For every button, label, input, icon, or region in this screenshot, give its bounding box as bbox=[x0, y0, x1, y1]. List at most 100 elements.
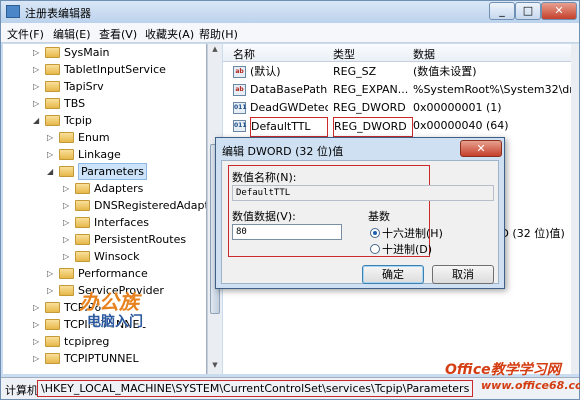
folder-icon bbox=[45, 47, 60, 58]
radio-selected-icon[interactable] bbox=[370, 228, 380, 238]
tree-item-label: Adapters bbox=[94, 182, 144, 195]
tree-item-label: tcpipreg bbox=[64, 335, 110, 348]
collapsed-arrow-icon[interactable]: ▷ bbox=[47, 146, 57, 163]
tree-item-label: Performance bbox=[78, 267, 148, 280]
value-name: DeadGWDetec... bbox=[250, 101, 328, 114]
maximize-button[interactable]: □ bbox=[515, 2, 541, 20]
folder-icon bbox=[45, 98, 60, 109]
binary-value-icon: 011 bbox=[233, 102, 247, 114]
value-type: REG_SZ bbox=[333, 65, 377, 78]
collapsed-arrow-icon[interactable]: ▷ bbox=[47, 265, 57, 282]
tree-item-label: TBS bbox=[64, 97, 86, 110]
string-value-icon: ab bbox=[233, 84, 246, 96]
string-value-icon: ab bbox=[233, 66, 246, 78]
collapsed-arrow-icon[interactable]: ▷ bbox=[33, 333, 43, 350]
scroll-down-arrow-icon[interactable]: ▼ bbox=[209, 361, 221, 373]
collapsed-arrow-icon[interactable]: ▷ bbox=[33, 44, 43, 61]
tree-item-label: TCPIPTUNNEL bbox=[64, 352, 139, 365]
collapsed-arrow-icon[interactable]: ▷ bbox=[47, 282, 57, 299]
menu-favorites[interactable]: 收藏夹(A) bbox=[145, 26, 194, 42]
value-name-field: DefaultTTL bbox=[232, 185, 494, 201]
list-header: 名称 类型 数据 bbox=[223, 44, 571, 62]
menu-edit[interactable]: 编辑(E) bbox=[53, 26, 91, 42]
collapsed-arrow-icon[interactable]: ▷ bbox=[63, 248, 73, 265]
radio-unselected-icon[interactable] bbox=[370, 244, 380, 254]
collapsed-arrow-icon[interactable]: ▷ bbox=[33, 316, 43, 333]
registry-value-row[interactable]: ab DataBasePath REG_EXPAN... %SystemRoot%\S… bbox=[223, 81, 571, 99]
decimal-radio-label: 十进制(D) bbox=[382, 243, 433, 256]
list-scrollbar[interactable] bbox=[571, 44, 579, 374]
folder-icon bbox=[45, 353, 60, 364]
hex-radio[interactable]: 十六进制(H) bbox=[370, 225, 443, 241]
collapsed-arrow-icon[interactable]: ▷ bbox=[63, 231, 73, 248]
folder-icon bbox=[59, 268, 74, 279]
base-group-label: 基数 bbox=[368, 210, 390, 223]
column-header-name[interactable]: 名称 bbox=[233, 46, 255, 62]
decimal-radio[interactable]: 十进制(D) bbox=[370, 241, 432, 257]
tree-item-label: PersistentRoutes bbox=[94, 233, 187, 246]
registry-value-row[interactable]: 011DeadGWDetec... REG_DWORD 0x00000001 (1) bbox=[223, 99, 571, 117]
dialog-close-button[interactable]: ✕ bbox=[460, 140, 502, 157]
folder-icon bbox=[59, 132, 74, 143]
registry-value-row[interactable]: ab (默认) REG_SZ (数值未设置) bbox=[223, 63, 571, 81]
brand-watermark-subtitle: 电脑入门 bbox=[87, 314, 143, 330]
registry-editor-window: 注册表编辑器 _ □ ✕ 文件(F) 编辑(E) 查看(V) 收藏夹(A) 帮助… bbox=[0, 0, 580, 400]
menu-bar: 文件(F) 编辑(E) 查看(V) 收藏夹(A) 帮助(H) bbox=[1, 23, 579, 43]
status-key-path: \HKEY_LOCAL_MACHINE\SYSTEM\CurrentContro… bbox=[37, 380, 474, 397]
value-type: REG_DWORD bbox=[333, 117, 413, 137]
column-header-data[interactable]: 数据 bbox=[413, 46, 435, 62]
value-name-label: 数值名称(N): bbox=[232, 171, 297, 184]
collapsed-arrow-icon[interactable]: ▷ bbox=[33, 299, 43, 316]
tree-item-label: Winsock bbox=[94, 250, 140, 263]
tree-item-label: DNSRegisteredAdapters bbox=[94, 199, 206, 212]
scroll-up-arrow-icon[interactable]: ▲ bbox=[209, 45, 221, 57]
value-data: 0x00000001 (1) bbox=[413, 101, 502, 114]
folder-icon bbox=[45, 336, 60, 347]
folder-icon bbox=[59, 285, 74, 296]
ok-button[interactable]: 确定 bbox=[362, 265, 424, 284]
minimize-button[interactable]: _ bbox=[489, 2, 515, 20]
tree-item-label: Parameters bbox=[78, 163, 147, 180]
binary-value-icon: 011 bbox=[233, 120, 247, 132]
folder-icon bbox=[45, 115, 60, 126]
collapsed-arrow-icon[interactable]: ▷ bbox=[63, 180, 73, 197]
value-data: (数值未设置) bbox=[413, 65, 477, 78]
column-header-type[interactable]: 类型 bbox=[333, 46, 355, 62]
value-data-input[interactable]: 80 bbox=[232, 224, 342, 240]
folder-icon bbox=[59, 149, 74, 160]
value-data: %SystemRoot%\System32\dri bbox=[413, 83, 571, 96]
collapsed-arrow-icon[interactable]: ▷ bbox=[63, 197, 73, 214]
tree-item-label: Enum bbox=[78, 131, 110, 144]
value-data-label: 数值数据(V): bbox=[232, 210, 296, 223]
folder-icon bbox=[75, 200, 90, 211]
expanded-arrow-icon[interactable]: ◢ bbox=[33, 112, 43, 129]
tree-item-label: Interfaces bbox=[94, 216, 149, 229]
value-name: (默认) bbox=[250, 65, 281, 78]
site-watermark-url: www.office68.com bbox=[481, 379, 580, 392]
dialog-title: 编辑 DWORD (32 位)值 bbox=[222, 145, 344, 158]
registry-app-icon bbox=[6, 5, 20, 18]
folder-icon bbox=[45, 319, 60, 330]
cancel-button[interactable]: 取消 bbox=[432, 265, 494, 284]
close-button[interactable]: ✕ bbox=[541, 2, 577, 20]
collapsed-arrow-icon[interactable]: ▷ bbox=[33, 95, 43, 112]
collapsed-arrow-icon[interactable]: ▷ bbox=[33, 350, 43, 367]
folder-icon bbox=[75, 183, 90, 194]
title-bar[interactable]: 注册表编辑器 _ □ ✕ bbox=[1, 1, 579, 23]
menu-file[interactable]: 文件(F) bbox=[7, 26, 44, 42]
tree-item-label: Linkage bbox=[78, 148, 121, 161]
value-type: REG_EXPAN... bbox=[333, 83, 409, 96]
folder-icon bbox=[45, 302, 60, 313]
value-type: REG_DWORD bbox=[333, 101, 406, 114]
menu-view[interactable]: 查看(V) bbox=[99, 26, 137, 42]
collapsed-arrow-icon[interactable]: ▷ bbox=[47, 129, 57, 146]
collapsed-arrow-icon[interactable]: ▷ bbox=[33, 61, 43, 78]
expanded-arrow-icon[interactable]: ◢ bbox=[47, 163, 57, 180]
menu-help[interactable]: 帮助(H) bbox=[199, 26, 238, 42]
collapsed-arrow-icon[interactable]: ▷ bbox=[33, 78, 43, 95]
tree-item-label: Tcpip bbox=[64, 114, 92, 127]
collapsed-arrow-icon[interactable]: ▷ bbox=[63, 214, 73, 231]
folder-icon bbox=[75, 234, 90, 245]
registry-value-row[interactable]: 011 DefaultTTL REG_DWORD 0x00000040 (64) bbox=[223, 117, 571, 137]
dialog-body: 数值名称(N): DefaultTTL 数值数据(V): 80 基数 十六进制(… bbox=[221, 160, 499, 284]
